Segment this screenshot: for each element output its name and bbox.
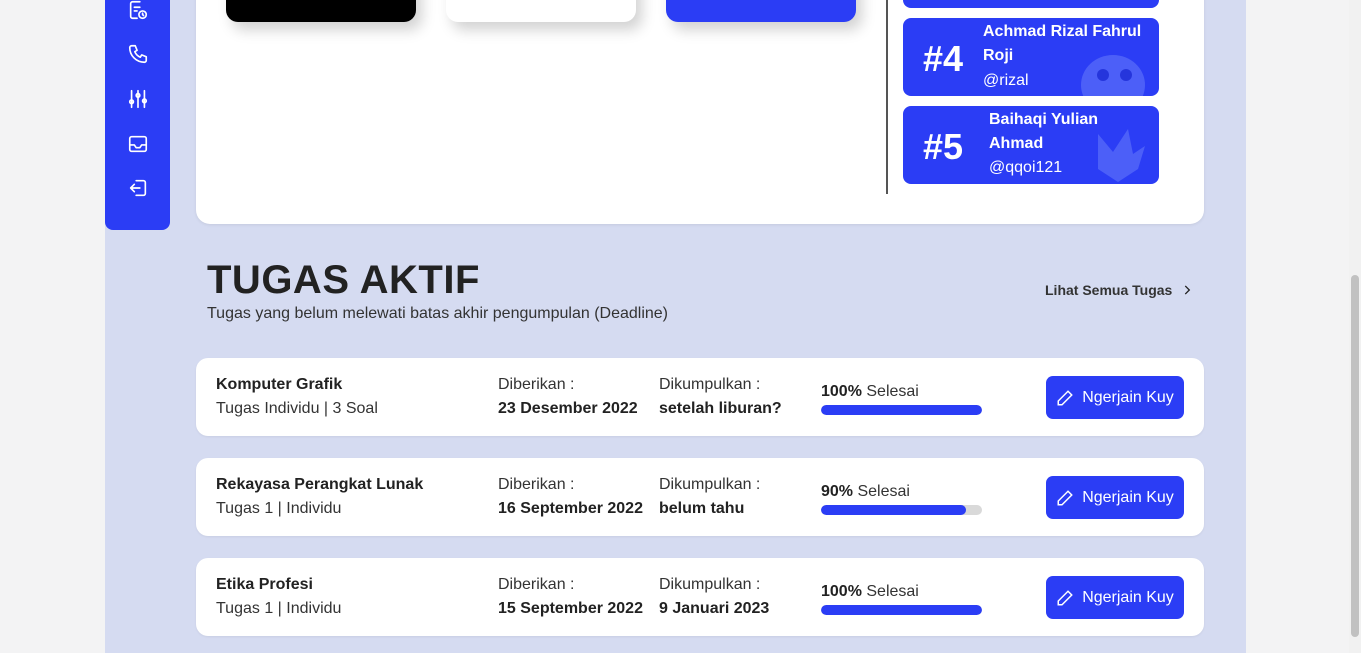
work-on-task-button[interactable]: Ngerjain Kuy — [1046, 376, 1184, 419]
rank-name-line: Ahmad — [989, 135, 1044, 152]
section-subtitle: Tugas yang belum melewati batas akhir pe… — [207, 305, 668, 322]
scrollbar[interactable] — [1349, 0, 1361, 653]
rank-number: #5 — [923, 126, 964, 167]
sidebar — [105, 0, 170, 230]
progress-bar-fill — [821, 505, 966, 515]
due-date: belum tahu — [659, 500, 745, 517]
progress-percent: 90% — [821, 483, 854, 500]
logout-icon[interactable] — [126, 176, 150, 200]
given-label: Diberikan : — [498, 576, 575, 593]
due-date: setelah liburan? — [659, 400, 782, 417]
progress-bar — [821, 405, 982, 415]
rank-name-line: Roji — [983, 47, 1014, 64]
button-label: Ngerjain Kuy — [1082, 588, 1174, 606]
sliders-icon[interactable] — [126, 87, 150, 111]
progress-bar — [821, 605, 982, 615]
task-meta: Tugas Individu | 3 Soal — [216, 400, 378, 417]
given-label: Diberikan : — [498, 376, 575, 393]
pencil-icon — [1057, 589, 1073, 605]
rank-name: Achmad Rizal Fahrul Roji — [983, 20, 1141, 68]
work-on-task-button[interactable]: Ngerjain Kuy — [1046, 576, 1184, 619]
progress-percent: 100% — [821, 383, 862, 400]
due-label: Dikumpulkan : — [659, 576, 761, 593]
progress-label: Selesai — [866, 583, 919, 600]
leaderboard-card[interactable]: #5 Baihaqi Yulian Ahmad @qqoi121 — [903, 106, 1159, 184]
progress-text: 90% Selesai — [821, 483, 910, 501]
pencil-icon — [1057, 389, 1073, 405]
stat-card-total: 12 — [226, 0, 416, 22]
task-card: Komputer Grafik Tugas Individu | 3 Soal … — [196, 358, 1204, 436]
due-label: Dikumpulkan : — [659, 376, 761, 393]
see-all-label: Lihat Semua Tugas — [1045, 282, 1173, 298]
due-date: 9 Januari 2023 — [659, 600, 770, 617]
button-label: Ngerjain Kuy — [1082, 488, 1174, 506]
progress-text: 100% Selesai — [821, 583, 919, 601]
progress-bar-fill — [821, 405, 982, 415]
progress-bar — [821, 505, 982, 515]
button-label: Ngerjain Kuy — [1082, 388, 1174, 406]
rank-name-line: Achmad Rizal Fahrul — [983, 23, 1142, 40]
file-clock-icon[interactable] — [126, 0, 150, 22]
work-on-task-button[interactable]: Ngerjain Kuy — [1046, 476, 1184, 519]
scrollbar-thumb[interactable] — [1351, 275, 1359, 637]
given-date: 15 September 2022 — [498, 600, 643, 617]
rank-handle: @rizal — [983, 72, 1029, 89]
task-card: Etika Profesi Tugas 1 | Individu Diberik… — [196, 558, 1204, 636]
task-card: Rekayasa Perangkat Lunak Tugas 1 | Indiv… — [196, 458, 1204, 536]
given-label: Diberikan : — [498, 476, 575, 493]
task-name: Etika Profesi — [216, 576, 313, 593]
task-meta: Tugas 1 | Individu — [216, 600, 342, 617]
progress-label: Selesai — [866, 383, 919, 400]
task-name: Komputer Grafik — [216, 376, 343, 393]
due-label: Dikumpulkan : — [659, 476, 761, 493]
leaderboard-card-partial — [903, 0, 1159, 8]
phone-icon[interactable] — [126, 42, 150, 66]
progress-bar-fill — [821, 605, 982, 615]
inbox-icon[interactable] — [126, 132, 150, 156]
chevron-right-icon — [1185, 285, 1191, 295]
given-date: 16 September 2022 — [498, 500, 643, 517]
leaderboard-card[interactable]: #4 Achmad Rizal Fahrul Roji @rizal — [903, 18, 1159, 96]
rank-name-line: Baihaqi Yulian — [989, 111, 1099, 128]
rank-number: #4 — [923, 38, 964, 79]
progress-label: Selesai — [857, 483, 910, 500]
see-all-tasks-link[interactable]: Lihat Semua Tugas — [1045, 282, 1194, 298]
section-title: TUGAS AKTIF — [207, 258, 480, 302]
given-date: 23 Desember 2022 — [498, 400, 638, 417]
rank-handle: @qqoi121 — [989, 159, 1063, 176]
panel-divider — [886, 0, 888, 194]
progress-percent: 100% — [821, 583, 862, 600]
pencil-icon — [1057, 489, 1073, 505]
stat-card-done: 4 — [666, 0, 856, 22]
progress-text: 100% Selesai — [821, 383, 919, 401]
task-meta: Tugas 1 | Individu — [216, 500, 342, 517]
stat-card-pending: 0 — [446, 0, 636, 22]
task-name: Rekayasa Perangkat Lunak — [216, 476, 424, 493]
rank-name: Baihaqi Yulian Ahmad — [989, 108, 1098, 156]
